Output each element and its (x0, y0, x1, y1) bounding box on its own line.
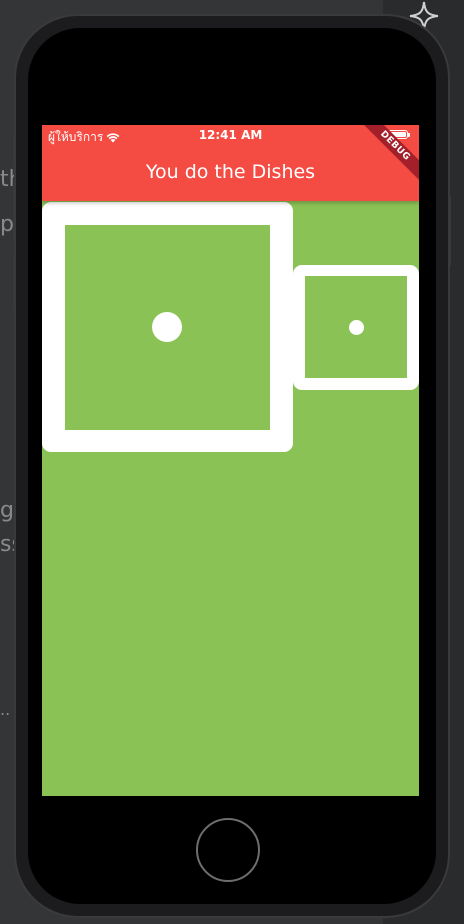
volume-up-button (13, 186, 16, 242)
editor-text-fragment: .. (0, 700, 11, 719)
app-screen: ผู้ให้บริการ 12:41 AM You do the Dishes … (42, 125, 419, 796)
editor-text-fragment: p (0, 212, 14, 237)
volume-down-button (13, 254, 16, 310)
power-button (448, 196, 451, 266)
dice-pip (152, 312, 182, 342)
battery-tip (408, 133, 410, 137)
left-dice[interactable] (42, 202, 293, 452)
status-time: 12:41 AM (198, 128, 263, 142)
dice-pip (349, 320, 364, 335)
home-button[interactable] (196, 818, 260, 882)
right-dice[interactable] (293, 265, 419, 390)
page-title: You do the Dishes (145, 161, 316, 183)
left-dice-face (65, 225, 270, 430)
right-dice-face (305, 276, 407, 378)
mute-switch (13, 134, 16, 164)
app-bar: ผู้ให้บริการ 12:41 AM You do the Dishes … (42, 125, 419, 201)
